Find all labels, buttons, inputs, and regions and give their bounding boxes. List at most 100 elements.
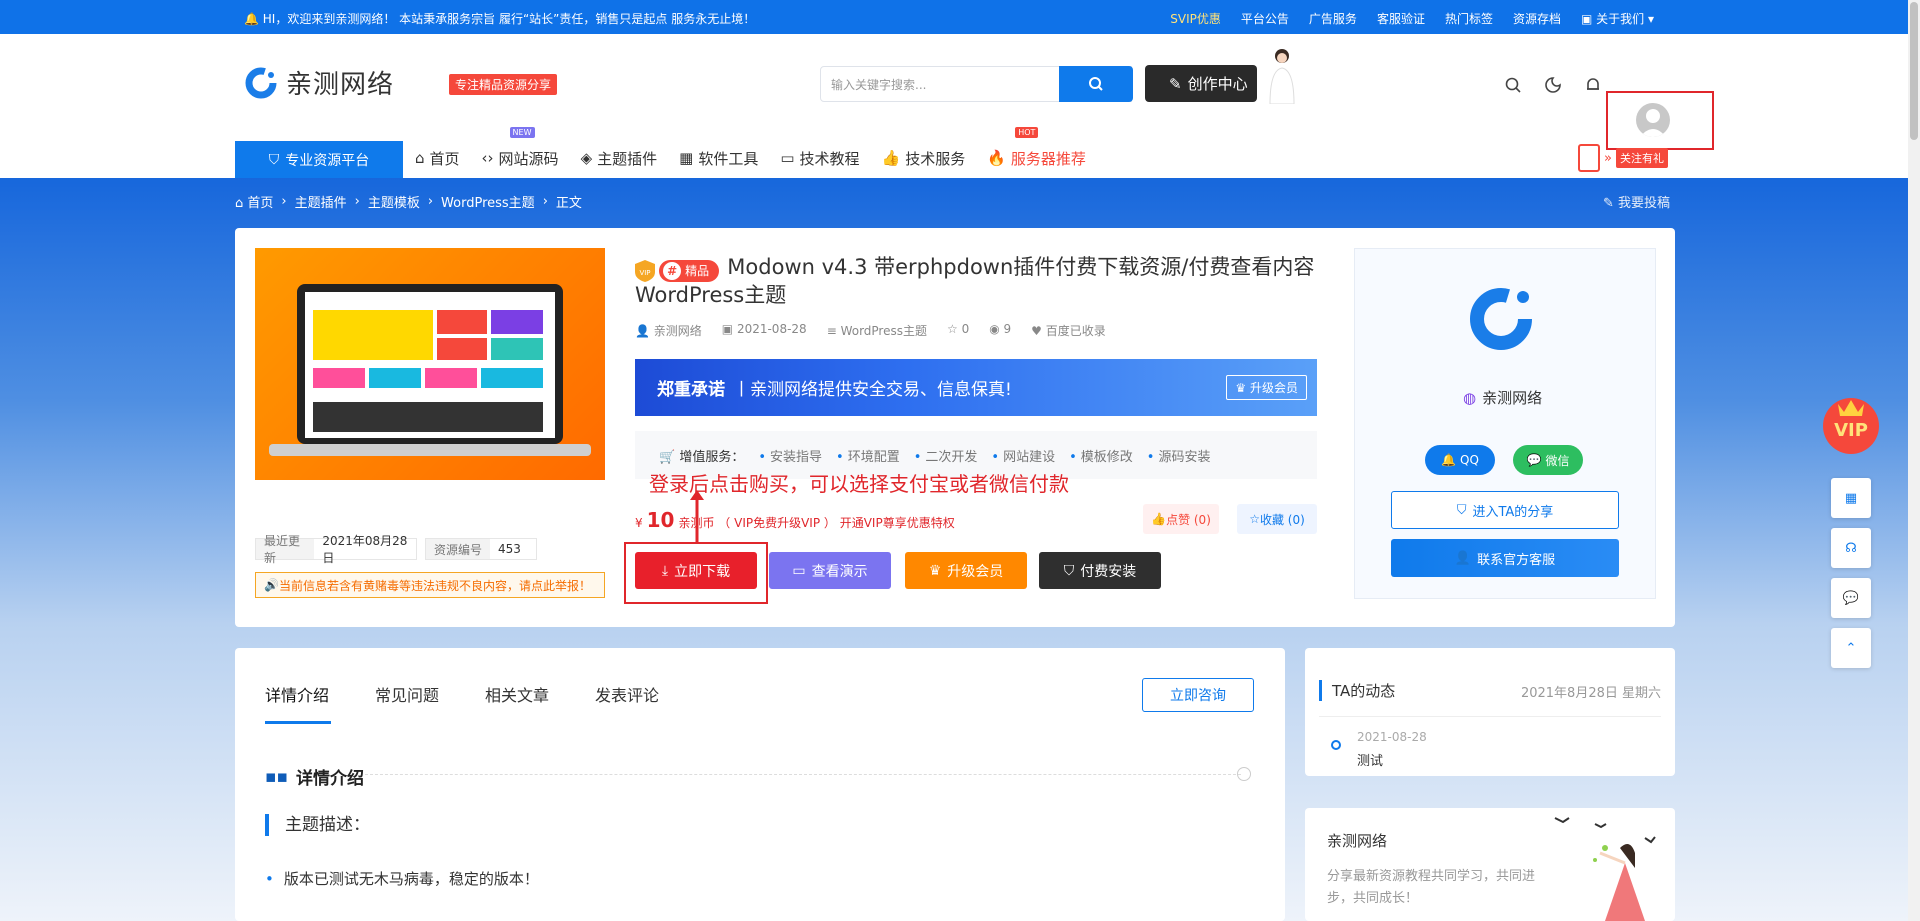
breadcrumb: ⌂ 首页 › 主题插件 › 主题模板 › WordPress主题 › 正文 — [235, 192, 582, 211]
nav-item-home[interactable]: ⌂ 首页 — [415, 146, 460, 170]
content-card: 详情介绍 常见问题 相关文章 发表评论 立即咨询 ▪▪详情介绍 主题描述： 版本… — [235, 648, 1285, 921]
paid-install-button[interactable]: ⛉ 付费安装 — [1039, 552, 1161, 589]
service-item[interactable]: 网站建设 — [991, 446, 1055, 465]
consult-button[interactable]: 立即咨询 — [1142, 678, 1254, 712]
post-author[interactable]: 👤 亲测网络 — [635, 322, 702, 339]
service-item[interactable]: 环境配置 — [836, 446, 900, 465]
banner-upgrade-button[interactable]: ♛ 升级会员 — [1226, 375, 1307, 400]
post-category[interactable]: ≡ WordPress主题 — [827, 322, 927, 339]
top-link-ads[interactable]: 广告服务 — [1309, 10, 1357, 27]
product-thumbnail[interactable] — [255, 248, 605, 480]
tab-comment[interactable]: 发表评论 — [595, 682, 659, 706]
headset-float-button[interactable]: ☊ — [1831, 528, 1871, 568]
top-link-svip[interactable]: SVIP优惠 — [1170, 10, 1221, 27]
crown-icon: ♛ — [928, 562, 942, 579]
service-item[interactable]: 源码安装 — [1147, 446, 1210, 465]
shield-icon: ⛉ — [268, 151, 280, 168]
favorite-button[interactable]: ☆ 收藏 (0) — [1237, 504, 1317, 534]
breadcrumb-sep: › — [542, 194, 548, 209]
avatar[interactable] — [1636, 103, 1670, 137]
nav-item-source[interactable]: NEW ‹› 网站源码 — [482, 127, 559, 170]
about-title: 亲测网络 — [1327, 832, 1388, 850]
logo-gear-icon — [245, 67, 277, 98]
timeline-dot — [1331, 740, 1341, 750]
like-button[interactable]: 👍 点赞 (0) — [1143, 504, 1219, 534]
thumb-icon: 👍 — [881, 149, 901, 167]
hot-badge: HOT — [1015, 127, 1039, 138]
nav-item-software[interactable]: ▦ 软件工具 — [679, 146, 758, 170]
hash-icon: # — [663, 261, 682, 280]
bell-icon[interactable] — [1584, 76, 1602, 94]
description-bullet: 版本已测试无木马病毒，稳定的版本！ — [265, 868, 539, 889]
breadcrumb-item[interactable]: WordPress主题 — [441, 192, 535, 211]
breadcrumb-item[interactable]: 主题模板 — [368, 192, 420, 211]
upgrade-button[interactable]: ♛ 升级会员 — [905, 552, 1027, 589]
top-link-tags[interactable]: 热门标签 — [1445, 10, 1493, 27]
search-icon — [1089, 77, 1103, 91]
demo-button[interactable]: ▭ 查看演示 — [769, 552, 891, 589]
post-meta: 👤 亲测网络 ▣ 2021-08-28 ≡ WordPress主题 ☆ 0 ◉ … — [635, 322, 1106, 339]
contact-support-button[interactable]: 👤 联系官方客服 — [1391, 539, 1619, 577]
home-icon: ⌂ — [415, 149, 425, 167]
platform-nav-button[interactable]: ⛉ 专业资源平台 — [235, 141, 403, 178]
search-button[interactable] — [1059, 66, 1133, 102]
qq-button[interactable]: 🔔 QQ — [1425, 445, 1495, 475]
chat-float-button[interactable]: 💬 — [1831, 578, 1871, 618]
new-badge: NEW — [509, 127, 535, 138]
promise-banner: 郑重承诺 丨亲测网络提供安全交易、信息保真! ♛ 升级会员 — [635, 359, 1317, 416]
premium-badge: # 精品 — [659, 259, 720, 282]
top-link-about[interactable]: ▣ 关于我们 ▾ — [1581, 10, 1654, 27]
nav-item-servers[interactable]: HOT 🔥 服务器推荐 — [987, 127, 1086, 170]
download-button[interactable]: ⤓ 立即下载 — [635, 552, 757, 589]
headset-icon: ☊ — [1845, 540, 1857, 556]
divider — [1319, 716, 1661, 717]
top-link-verify[interactable]: 客服验证 — [1377, 10, 1425, 27]
nav-item-tutorials[interactable]: ▭ 技术教程 — [780, 146, 859, 170]
section-divider — [365, 774, 1241, 775]
product-card: 最近更新 2021年08月28日 资源编号 453 🔊 当前信息若含有黄赌毒等违… — [235, 228, 1675, 627]
wechat-button[interactable]: 💬 微信 — [1513, 445, 1583, 475]
tab-related[interactable]: 相关文章 — [485, 682, 549, 706]
site-header: 亲测网络 专注精品资源分享 输入关键字搜索... ✎ 创作中心 ⛉ 专业资源平台… — [0, 34, 1920, 178]
breadcrumb-home[interactable]: ⌂ 首页 — [235, 192, 273, 211]
top-bar: 🔔 HI，欢迎来到亲测网络！ 本站秉承服务宗旨 履行“站长”责任，销售只是起点 … — [0, 0, 1920, 34]
site-logo[interactable]: 亲测网络 — [244, 64, 394, 101]
theme-description-heading: 主题描述： — [265, 814, 370, 836]
scrollbar-thumb[interactable] — [1910, 2, 1918, 140]
report-notice[interactable]: 🔊 当前信息若含有黄赌毒等违法违规不良内容，请点此举报！ — [255, 572, 605, 598]
fire-icon: 🔥 — [987, 149, 1006, 167]
service-item[interactable]: 安装指导 — [758, 446, 822, 465]
price-line: ¥ 10 亲测币 （ VIP免费升级VIP ） 开通VIP尊享优惠特权 — [635, 508, 955, 532]
back-to-top-button[interactable]: ⌃ — [1831, 628, 1871, 668]
create-center-button[interactable]: ✎ 创作中心 — [1145, 65, 1257, 102]
breadcrumb-item[interactable]: 主题插件 — [295, 192, 347, 211]
svg-text:VIP: VIP — [1834, 420, 1868, 441]
dark-mode-icon[interactable] — [1544, 76, 1562, 94]
scrollbar[interactable] — [1908, 0, 1920, 921]
welcome-text: 🔔 HI，欢迎来到亲测网络！ 本站秉承服务宗旨 履行“站长”责任，销售只是起点 … — [244, 12, 756, 26]
follow-gift[interactable]: » 关注有礼 — [1578, 144, 1668, 172]
timeline-text[interactable]: 测试 — [1357, 750, 1383, 769]
top-link-announcement[interactable]: 平台公告 — [1241, 10, 1289, 27]
tab-details[interactable]: 详情介绍 — [265, 682, 332, 724]
calendar-float-button[interactable]: ▦ — [1831, 478, 1871, 518]
logo-text: 亲测网络 — [286, 70, 395, 100]
tab-faq[interactable]: 常见问题 — [375, 682, 439, 706]
nav-item-themes[interactable]: ◈ 主题插件 — [581, 146, 658, 170]
price-value: 10 — [646, 508, 675, 532]
main-nav: ⌂ 首页 NEW ‹› 网站源码 ◈ 主题插件 ▦ 软件工具 ▭ 技术教程 👍 技术服务 HO… — [415, 127, 1086, 170]
vip-float-icon[interactable]: VIP — [1820, 392, 1882, 456]
chat-icon: 💬 — [1842, 590, 1860, 606]
submit-post-link[interactable]: ✎ 我要投稿 — [1603, 192, 1670, 211]
author-share-button[interactable]: ⛉ 进入TA的分享 — [1391, 491, 1619, 529]
top-link-archive[interactable]: 资源存档 — [1513, 10, 1561, 27]
post-date: ▣ 2021-08-28 — [721, 322, 807, 336]
nav-item-services[interactable]: 👍 技术服务 — [882, 146, 966, 170]
service-item[interactable]: 模板修改 — [1069, 446, 1133, 465]
collapse-toggle-icon[interactable] — [1237, 767, 1251, 781]
search-icon[interactable] — [1504, 76, 1522, 94]
breadcrumb-sep: › — [354, 194, 360, 209]
user-avatar-highlight[interactable] — [1606, 91, 1714, 150]
service-item[interactable]: 二次开发 — [914, 446, 977, 465]
author-name[interactable]: ◍ 亲测网络 — [1463, 387, 1542, 408]
